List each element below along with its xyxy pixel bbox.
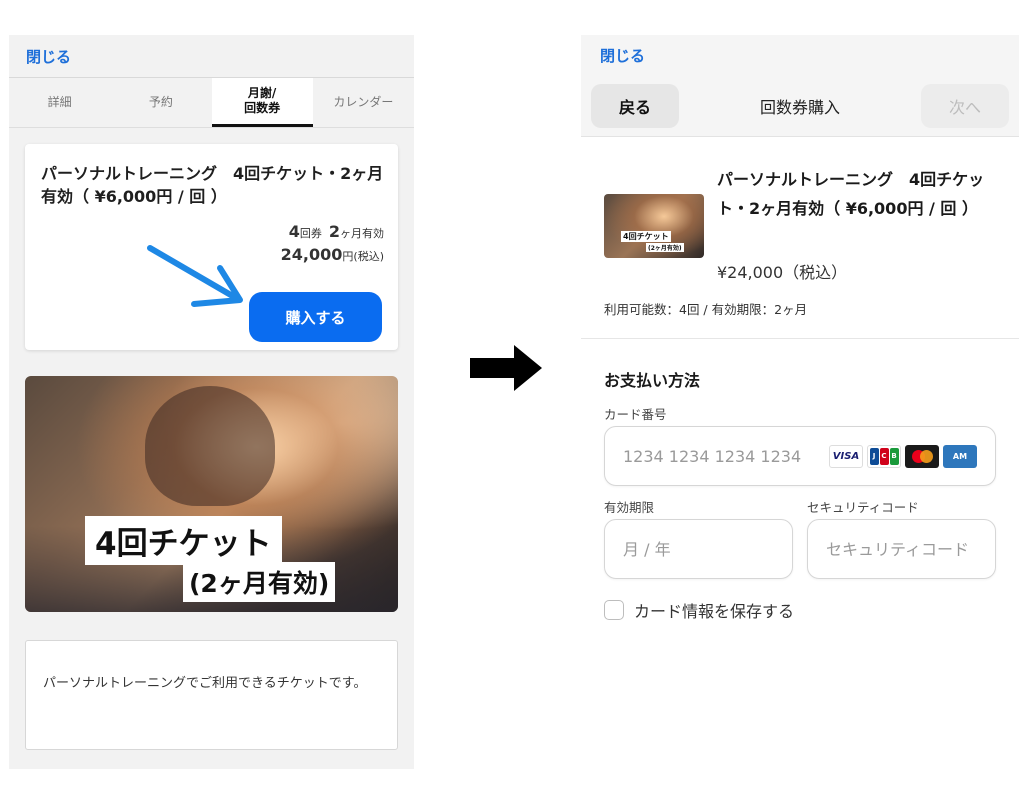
ticket-image: 4回チケット (2ヶ月有効): [25, 376, 398, 612]
payment-heading: お支払い方法: [604, 371, 701, 390]
next-button[interactable]: 次へ: [921, 84, 1009, 128]
product-usage-info: 利用可能数：4回 / 有効期限：2ヶ月: [604, 302, 808, 317]
close-link[interactable]: 閉じる: [600, 45, 645, 66]
visa-icon: VISA: [829, 445, 863, 468]
nav-bar: 戻る 回数券購入 次へ: [581, 75, 1019, 137]
thumbnail-caption-main: 4回チケット: [621, 231, 671, 242]
jcb-icon: JCB: [867, 445, 901, 468]
product-title: パーソナルトレーニング 4回チケット・2ヶ月有効（ ¥6,000円 / 回 ）: [717, 170, 985, 218]
top-bar: 閉じる: [581, 35, 1019, 75]
save-card-label[interactable]: カード情報を保存する: [634, 598, 794, 622]
close-link[interactable]: 閉じる: [26, 46, 71, 67]
tab-label: 月謝/ 回数券: [244, 86, 281, 115]
tab-label: カレンダー: [333, 95, 394, 109]
tab-calendar[interactable]: カレンダー: [313, 78, 414, 127]
ticket-title: パーソナルトレーニング 4回チケット・2ヶ月有効（ ¥6,000円 / 回 ）: [41, 164, 384, 207]
save-card-row[interactable]: カード情報を保存する: [604, 598, 794, 622]
nav-title: 回数券購入: [759, 97, 840, 117]
save-card-checkbox[interactable]: [604, 600, 624, 620]
tab-label: 詳細: [47, 95, 72, 109]
mastercard-icon: [905, 445, 939, 468]
product-summary: 4回チケット (2ヶ月有効) パーソナルトレーニング 4回チケット・2ヶ月有効（…: [581, 137, 1019, 339]
ticket-count-unit: 回券: [299, 227, 322, 240]
card-number-label: カード番号: [604, 407, 667, 422]
amex-icon: AM: [943, 445, 977, 468]
cvc-input[interactable]: [826, 520, 991, 578]
card-number-field: VISA JCB AM: [604, 426, 996, 486]
image-figure: [145, 386, 275, 506]
tab-bar: 詳細 予約 月謝/ 回数券 カレンダー: [9, 78, 414, 128]
expiry-label: 有効期限: [604, 500, 655, 515]
buy-button[interactable]: 購入する: [249, 292, 382, 342]
tab-monthly-tickets[interactable]: 月謝/ 回数券: [211, 78, 313, 127]
expiry-field: [604, 519, 793, 579]
ticket-validity: 2: [328, 222, 340, 241]
tab-details[interactable]: 詳細: [9, 78, 110, 127]
purchase-screen: 閉じる 戻る 回数券購入 次へ 4回チケット (2ヶ月有効) パーソナルトレーニ…: [581, 35, 1019, 769]
card-number-input[interactable]: [623, 427, 823, 485]
ticket-price-suffix: 円(税込): [342, 250, 384, 263]
annotation-arrow-icon: [147, 245, 243, 307]
tab-reservation[interactable]: 予約: [110, 78, 211, 127]
tab-label: 予約: [148, 95, 173, 109]
ticket-validity-unit: ヶ月有効: [340, 227, 384, 240]
ticket-count: 4: [288, 222, 300, 241]
expiry-input[interactable]: [623, 520, 783, 578]
cvc-field: [807, 519, 996, 579]
image-caption-sub: (2ヶ月有効): [183, 562, 336, 602]
ticket-description: パーソナルトレーニングでご利用できるチケットです。: [25, 640, 398, 750]
ticket-meta: 4回券 2ヶ月有効 24,000円(税込): [281, 222, 384, 264]
cvc-label: セキュリティコード: [807, 500, 919, 515]
ticket-price: 24,000: [280, 245, 343, 264]
ticket-detail-screen: 閉じる 詳細 予約 月謝/ 回数券 カレンダー パーソナルトレーニング 4回チケ…: [9, 35, 414, 769]
transition-arrow-icon: [470, 345, 542, 391]
back-button[interactable]: 戻る: [591, 84, 679, 128]
thumbnail-caption-sub: (2ヶ月有効): [646, 243, 684, 252]
image-caption-main: 4回チケット: [85, 516, 282, 565]
card-brand-logos: VISA JCB AM: [829, 445, 977, 468]
product-thumbnail: 4回チケット (2ヶ月有効): [604, 194, 704, 258]
product-price: ¥24,000（税込）: [717, 263, 848, 282]
top-bar: 閉じる: [9, 35, 414, 78]
